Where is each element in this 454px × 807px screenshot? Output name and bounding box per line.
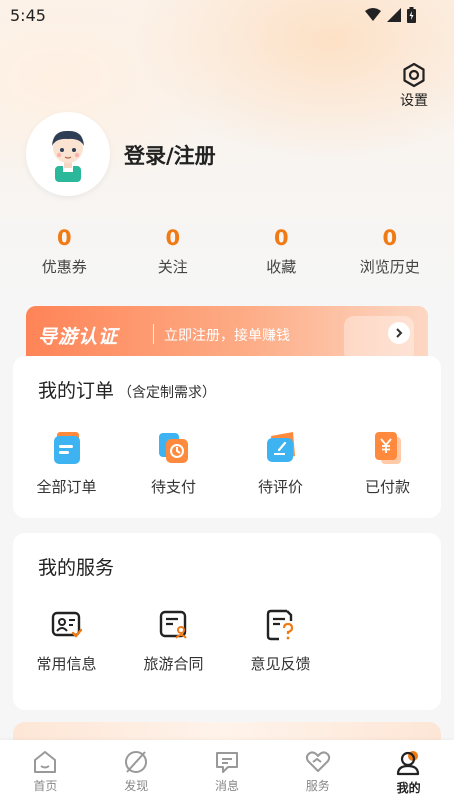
message-icon	[215, 752, 238, 773]
order-pending-review[interactable]: 待评价	[227, 430, 334, 497]
wifi-icon	[365, 8, 381, 21]
status-time: 5:45	[10, 6, 46, 25]
orders-title-text: 我的订单	[38, 380, 115, 402]
tab-discover-label: 发现	[124, 779, 149, 793]
order-paid[interactable]: 已付款	[334, 430, 441, 497]
stat-label: 收藏	[266, 258, 297, 276]
stat-value: 0	[273, 226, 289, 250]
order-paid-label: 已付款	[364, 478, 410, 496]
status-icons	[365, 7, 416, 23]
all-orders-icon	[53, 432, 80, 464]
guide-certification-banner[interactable]: 导游认证 立即注册，接单赚钱	[26, 306, 428, 362]
battery-icon	[407, 7, 416, 23]
orders-title: 我的订单 （含定制需求）	[38, 376, 216, 403]
stat-value: 0	[165, 226, 181, 250]
service-feedback-label: 意见反馈	[250, 655, 311, 673]
service-contract-label: 旅游合同	[143, 655, 204, 673]
stat-favorites[interactable]: 0 收藏	[227, 224, 336, 277]
profile-icon	[396, 751, 419, 776]
stats-row: 0 优惠券 0 关注 0 收藏 0 浏览历史	[10, 224, 444, 277]
banner-title: 导游认证	[38, 326, 119, 348]
tab-home[interactable]: 首页	[0, 740, 91, 807]
settings-button[interactable]: 设置	[400, 62, 428, 110]
tab-service-label: 服务	[305, 779, 330, 793]
banner-subtitle: 立即注册，接单赚钱	[164, 328, 290, 344]
feedback-icon	[266, 609, 293, 641]
my-services-card: 我的服务 常用信息 旅游合同 意见反馈	[13, 533, 441, 710]
service-contract[interactable]: 旅游合同	[120, 607, 227, 674]
orders-subtitle: （含定制需求）	[118, 385, 217, 401]
tab-discover[interactable]: 发现	[91, 740, 182, 807]
status-bar: 5:45	[0, 0, 454, 32]
stat-label: 优惠券	[41, 258, 87, 276]
stat-history[interactable]: 0 浏览历史	[336, 224, 445, 277]
banner-divider	[153, 324, 154, 344]
my-orders-card: 我的订单 （含定制需求） 全部订单 待支付 待评价 已付款	[13, 356, 441, 518]
tab-service[interactable]: 服务	[272, 740, 363, 807]
paid-icon	[374, 432, 401, 464]
stat-value: 0	[382, 226, 398, 250]
service-icon	[305, 751, 330, 772]
order-pending-payment[interactable]: 待支付	[120, 430, 227, 497]
tab-profile[interactable]: 我的	[363, 740, 454, 807]
service-feedback[interactable]: 意见反馈	[227, 607, 334, 674]
home-icon	[34, 751, 57, 773]
service-contact-info[interactable]: 常用信息	[13, 607, 120, 674]
tab-messages-label: 消息	[214, 779, 239, 793]
bottom-tab-bar: 首页 发现 消息 服务 我的	[0, 740, 454, 807]
signal-icon	[387, 8, 401, 22]
order-all[interactable]: 全部订单	[13, 430, 120, 497]
services-title: 我的服务	[38, 557, 115, 579]
settings-label: 设置	[400, 93, 428, 109]
tab-home-label: 首页	[33, 779, 58, 793]
order-pending-review-label: 待评价	[257, 478, 303, 496]
tab-profile-label: 我的	[396, 781, 421, 795]
pending-payment-icon	[158, 433, 188, 463]
contact-info-icon	[51, 611, 82, 638]
service-contact-info-label: 常用信息	[36, 655, 97, 673]
discover-icon	[125, 751, 148, 773]
services-grid: 常用信息 旅游合同 意见反馈	[13, 607, 441, 674]
order-all-label: 全部订单	[36, 478, 97, 496]
stat-value: 0	[56, 226, 72, 250]
chevron-right-icon[interactable]	[388, 322, 410, 344]
orders-grid: 全部订单 待支付 待评价 已付款	[13, 430, 441, 497]
stat-coupons[interactable]: 0 优惠券	[10, 224, 119, 277]
login-register-link[interactable]: 登录/注册	[124, 140, 216, 170]
stat-following[interactable]: 0 关注	[119, 224, 228, 277]
pending-review-icon	[266, 432, 295, 462]
stat-label: 浏览历史	[359, 258, 420, 276]
contract-icon	[159, 610, 187, 639]
settings-icon	[403, 62, 425, 88]
avatar[interactable]	[26, 112, 110, 196]
stat-label: 关注	[157, 258, 188, 276]
order-pending-payment-label: 待支付	[150, 478, 196, 496]
avatar-illustration	[52, 130, 84, 182]
tab-messages[interactable]: 消息	[182, 740, 273, 807]
